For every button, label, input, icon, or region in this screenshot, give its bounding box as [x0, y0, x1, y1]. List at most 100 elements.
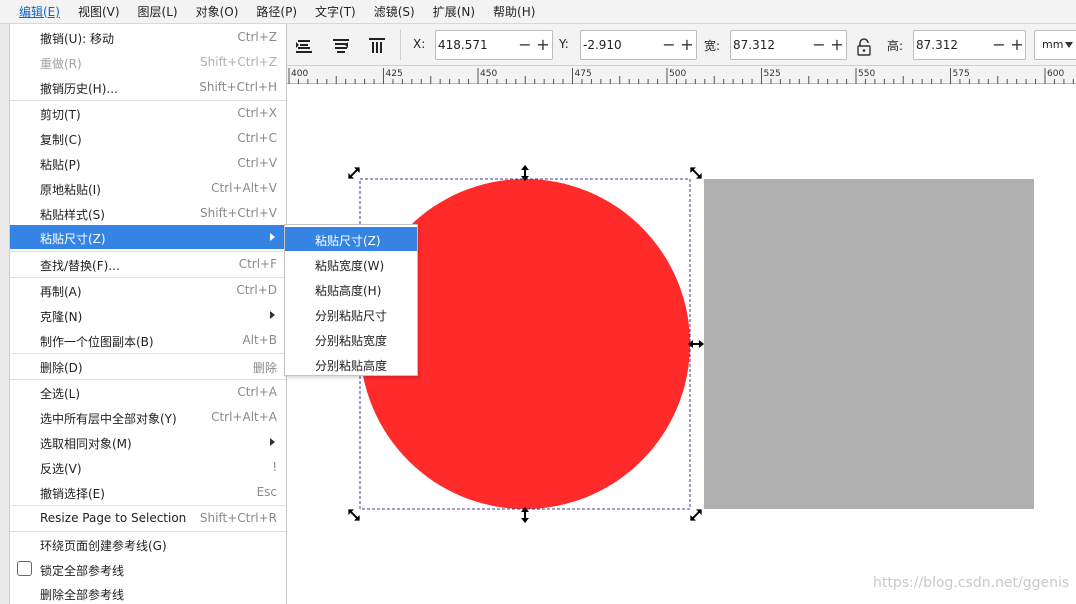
ruler-label: 575 [953, 69, 970, 79]
menu-item-delete[interactable]: 删除(D) 删除 [10, 354, 286, 378]
scale-handle-top-left[interactable] [346, 165, 363, 182]
width-input[interactable] [733, 33, 807, 57]
menu-item-label: 查找/替换(F)... [40, 259, 120, 273]
menu-item-paste-style[interactable]: 粘贴样式(S) Shift+Ctrl+V [10, 201, 286, 225]
menu-item-undo-history[interactable]: 撤销历史(H)... Shift+Ctrl+H [10, 75, 286, 99]
submenu-item-label: 粘贴高度(H) [315, 284, 382, 298]
menu-item-cut[interactable]: 剪切(T) Ctrl+X [10, 101, 286, 125]
menu-item-paste[interactable]: 粘贴(P) Ctrl+V [10, 151, 286, 175]
y-input[interactable] [583, 33, 657, 57]
height-input[interactable] [916, 33, 988, 57]
menu-extensions[interactable]: 扩展(N) [424, 0, 484, 24]
menu-item-shortcut: Alt+B [242, 333, 277, 347]
lock-icon[interactable] [853, 36, 875, 58]
menu-help[interactable]: 帮助(H) [484, 0, 544, 24]
menu-item-shortcut: Shift+Ctrl+Z [200, 55, 277, 69]
align-middle-icon[interactable] [330, 34, 352, 56]
horizontal-ruler[interactable]: 400 425 450 475 500 525 550 575 600 [286, 66, 1076, 84]
submenu-item-label: 粘贴宽度(W) [315, 259, 385, 273]
menu-item-label: 重做(R) [40, 57, 82, 71]
menu-edit[interactable]: 编辑(E) [10, 0, 69, 24]
ruler-label: 475 [575, 69, 592, 79]
menu-item-label: 撤销历史(H)... [40, 82, 118, 96]
menu-item-shortcut: Ctrl+Alt+V [211, 181, 277, 195]
width-increment-button[interactable]: + [826, 31, 848, 59]
scale-handle-top-right[interactable] [688, 165, 705, 182]
ruler-label: 425 [386, 69, 403, 79]
menu-item-invert-selection[interactable]: 反选(V)! [10, 455, 286, 479]
checkbox[interactable] [17, 561, 32, 576]
menu-item-shortcut: Ctrl+F [238, 257, 277, 271]
menu-item-redo[interactable]: 重做(R) Shift+Ctrl+Z [10, 50, 286, 74]
menu-item-paste-size[interactable]: 粘贴尺寸(Z) [10, 225, 286, 249]
y-increment-button[interactable]: + [676, 31, 698, 59]
toolbox-edge [0, 24, 10, 604]
menu-path[interactable]: 路径(P) [247, 0, 306, 24]
x-input[interactable] [438, 33, 512, 57]
menu-item-make-bitmap-copy[interactable]: 制作一个位图副本(B) Alt+B [10, 328, 286, 352]
menu-item-label: 原地粘贴(I) [40, 183, 101, 197]
menu-item-shortcut: Esc [256, 485, 277, 499]
menu-item-shortcut: Shift+Ctrl+V [200, 206, 277, 220]
menu-item-label: 撤销(U): 移动 [40, 32, 115, 46]
x-increment-button[interactable]: + [532, 31, 554, 59]
menu-item-clone[interactable]: 克隆(N) [10, 303, 286, 327]
menu-item-deselect[interactable]: 撤销选择(E) Esc [10, 480, 286, 504]
menu-item-select-all[interactable]: 全选(L) Ctrl+A [10, 380, 286, 404]
ruler-ticks: 400 425 450 475 500 525 550 575 600 [288, 68, 1074, 84]
toolbar-separator [400, 30, 401, 60]
menu-item-shortcut: Ctrl+V [237, 156, 277, 170]
menu-item-resize-page[interactable]: Resize Page to Selection Shift+Ctrl+R [10, 506, 286, 530]
height-label: 高: [887, 39, 904, 53]
y-spinbox: − + [580, 30, 697, 60]
watermark-text: https://blog.csdn.net/ggenis [873, 575, 1070, 591]
menu-item-find-replace[interactable]: 查找/替换(F)... Ctrl+F [10, 252, 286, 276]
menu-filters[interactable]: 滤镜(S) [365, 0, 424, 24]
menu-item-copy[interactable]: 复制(C) Ctrl+C [10, 126, 286, 150]
submenu-item-label: 粘贴尺寸(Z) [315, 234, 381, 248]
menu-object[interactable]: 对象(O) [187, 0, 248, 24]
menu-layer[interactable]: 图层(L) [129, 0, 187, 24]
menu-item-shortcut: Ctrl+A [237, 385, 277, 399]
height-increment-button[interactable]: + [1006, 31, 1028, 59]
submenu-item-label: 分别粘贴高度 [315, 359, 388, 373]
chevron-down-icon [1065, 42, 1073, 48]
menu-item-delete-guides[interactable]: 删除全部参考线 [10, 581, 286, 604]
scale-handle-bottom-left[interactable] [346, 507, 363, 524]
width-spinbox: − + [730, 30, 847, 60]
submenu-item-paste-width-separately[interactable]: 分别粘贴宽度 [285, 327, 417, 351]
menu-item-paste-in-place[interactable]: 原地粘贴(I) Ctrl+Alt+V [10, 176, 286, 200]
menu-item-label: 制作一个位图副本(B) [40, 335, 154, 349]
menu-view[interactable]: 视图(V) [69, 0, 129, 24]
submenu-item-paste-size-separately[interactable]: 分别粘贴尺寸 [285, 302, 417, 326]
align-top-icon[interactable] [366, 34, 388, 56]
menu-item-label: 全选(L) [40, 387, 81, 401]
submenu-item-paste-height[interactable]: 粘贴高度(H) [285, 277, 417, 301]
ruler-label: 550 [858, 69, 875, 79]
menu-item-shortcut: ! [272, 460, 277, 474]
menu-item-create-guides[interactable]: 环绕页面创建参考线(G) [10, 532, 286, 556]
unit-select[interactable]: mm [1034, 30, 1076, 60]
menu-item-duplicate[interactable]: 再制(A) Ctrl+D [10, 278, 286, 302]
menu-item-label: 剪切(T) [40, 108, 81, 122]
submenu-arrow-icon [270, 311, 275, 319]
submenu-item-paste-size[interactable]: 粘贴尺寸(Z) [285, 227, 417, 251]
scale-handle-bottom-right[interactable] [688, 507, 705, 524]
menu-item-shortcut: Ctrl+D [236, 283, 277, 297]
paste-size-submenu: 粘贴尺寸(Z) 粘贴宽度(W) 粘贴高度(H) 分别粘贴尺寸 分别粘贴宽度 分别… [284, 224, 418, 376]
ruler-label: 400 [291, 69, 308, 79]
submenu-item-paste-width[interactable]: 粘贴宽度(W) [285, 252, 417, 276]
menu-item-label: 撤销选择(E) [40, 487, 105, 501]
menu-item-undo[interactable]: 撤销(U): 移动 Ctrl+Z [10, 25, 286, 49]
gray-rectangle[interactable] [704, 179, 1034, 509]
menu-item-shortcut: Shift+Ctrl+R [199, 511, 277, 525]
menu-item-select-all-in-all-layers[interactable]: 选中所有层中全部对象(Y) Ctrl+Alt+A [10, 405, 286, 429]
menu-item-select-same[interactable]: 选取相同对象(M) [10, 430, 286, 454]
menu-text[interactable]: 文字(T) [306, 0, 365, 24]
height-spinbox: − + [913, 30, 1026, 60]
submenu-item-label: 分别粘贴宽度 [315, 334, 388, 348]
align-bottom-icon[interactable] [293, 34, 315, 56]
submenu-item-paste-height-separately[interactable]: 分别粘贴高度 [285, 352, 417, 376]
menu-item-lock-guides[interactable]: 锁定全部参考线 [10, 557, 286, 581]
menu-item-shortcut: Ctrl+X [237, 106, 277, 120]
